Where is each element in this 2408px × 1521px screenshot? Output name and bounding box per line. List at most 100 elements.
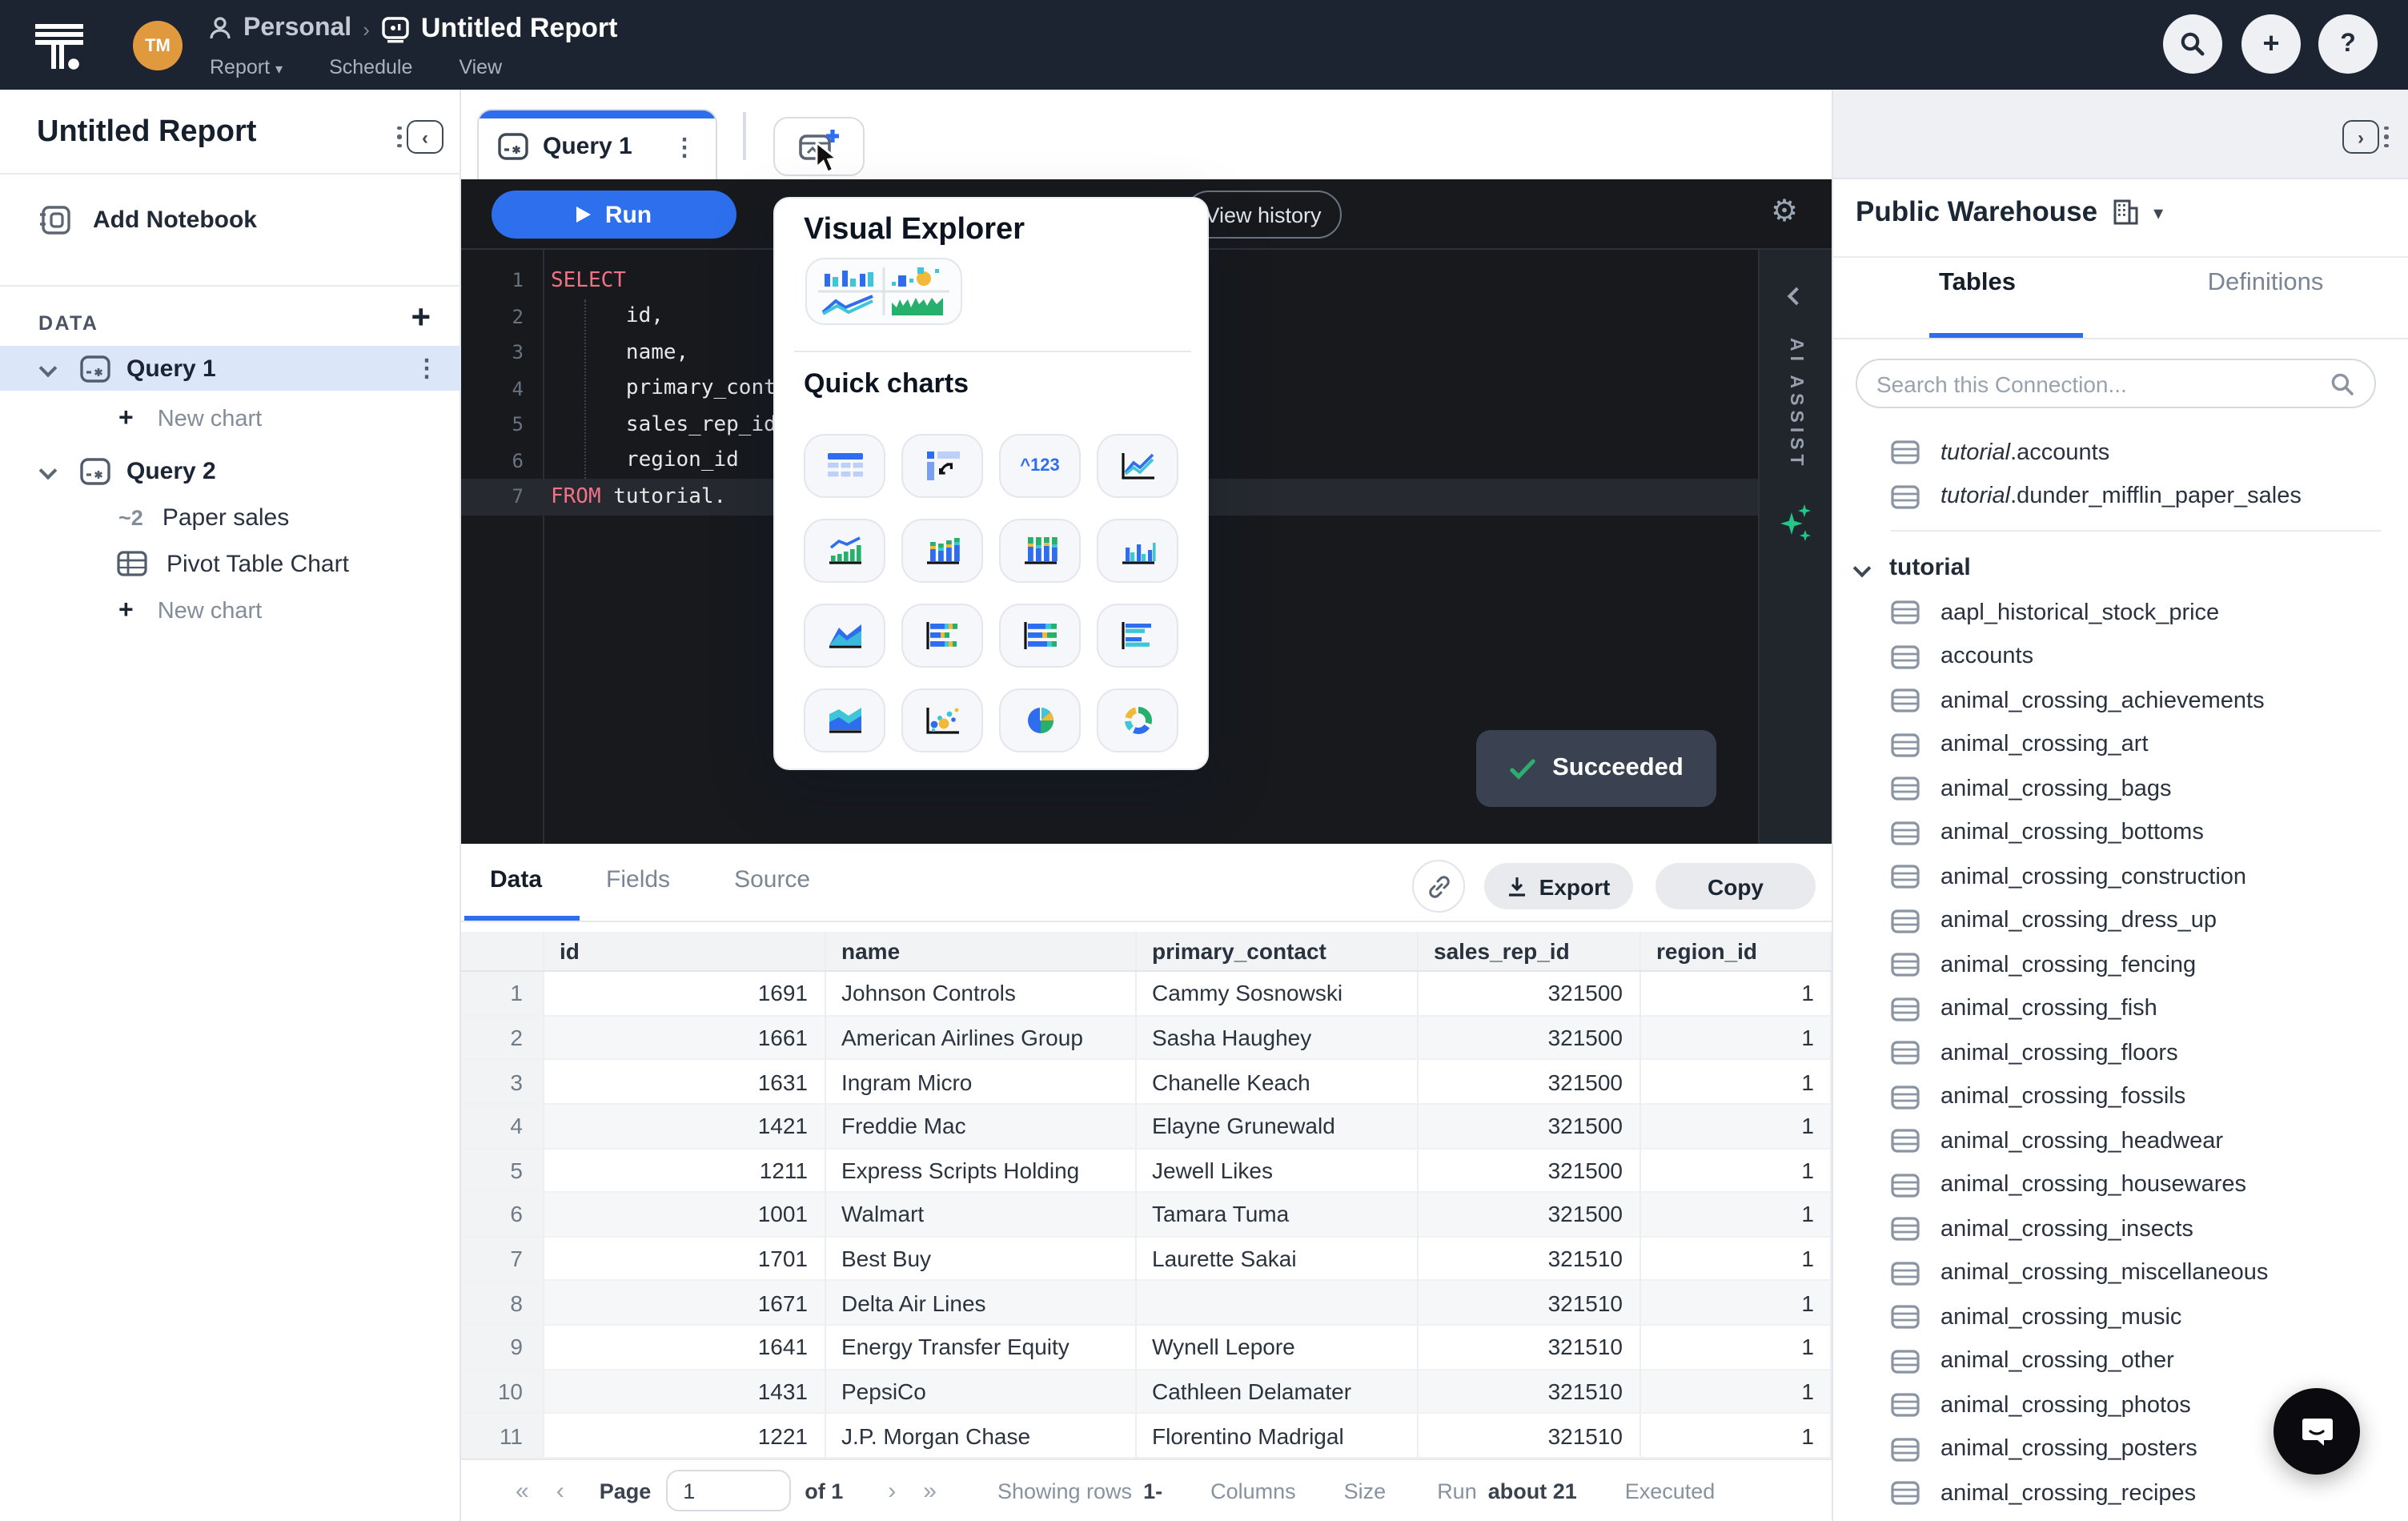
schema-table-item[interactable]: animal_crossing_fossils <box>1833 1075 2408 1119</box>
cell-sales-rep-id[interactable]: 321500 <box>1418 1061 1640 1105</box>
sidebar-item-query2[interactable]: Query 2 <box>0 448 461 493</box>
cell-id[interactable]: 1431 <box>544 1370 825 1414</box>
ai-assist-panel[interactable]: AI ASSIST <box>1758 250 1832 844</box>
search-button[interactable] <box>2163 14 2222 74</box>
cell-name[interactable]: PepsiCo <box>825 1370 1136 1414</box>
quick-chart-donut-button[interactable] <box>1097 688 1178 752</box>
app-logo-icon[interactable] <box>30 18 88 75</box>
cell-primary-contact[interactable]: Cammy Sosnowski <box>1136 972 1418 1016</box>
table-row[interactable]: 5 1211 Express Scripts Holding Jewell Li… <box>461 1149 1832 1193</box>
table-row[interactable]: 6 1001 Walmart Tamara Tuma 321500 1 <box>461 1193 1832 1237</box>
cell-id[interactable]: 1641 <box>544 1326 825 1370</box>
cell-region-id[interactable]: 1 <box>1640 1370 1832 1414</box>
quick-chart-pivot-button[interactable] <box>901 434 983 498</box>
cell-region-id[interactable]: 1 <box>1640 1282 1832 1326</box>
prev-page-button[interactable]: ‹ <box>556 1477 564 1504</box>
gear-icon[interactable]: ⚙ <box>1771 194 1798 231</box>
quick-chart-stacked-area-button[interactable] <box>804 688 885 752</box>
table-row[interactable]: 7 1701 Best Buy Laurette Sakai 321510 1 <box>461 1238 1832 1282</box>
cell-sales-rep-id[interactable]: 321500 <box>1418 1149 1640 1193</box>
cell-region-id[interactable]: 1 <box>1640 1193 1832 1237</box>
cell-sales-rep-id[interactable]: 321500 <box>1418 1105 1640 1149</box>
cell-primary-contact[interactable]: Sasha Haughey <box>1136 1016 1418 1060</box>
schema-table-item[interactable]: accounts <box>1833 635 2408 679</box>
cell-name[interactable]: J.P. Morgan Chase <box>825 1415 1136 1459</box>
cell-id[interactable]: 1421 <box>544 1105 825 1149</box>
table-row[interactable]: 4 1421 Freddie Mac Elayne Grunewald 3215… <box>461 1105 1832 1149</box>
pinned-table-item[interactable]: tutorial.accounts <box>1833 431 2408 475</box>
cell-region-id[interactable]: 1 <box>1640 1326 1832 1370</box>
cell-primary-contact[interactable] <box>1136 1282 1418 1326</box>
cell-primary-contact[interactable]: Jewell Likes <box>1136 1149 1418 1193</box>
cell-region-id[interactable]: 1 <box>1640 1238 1832 1282</box>
add-query-button[interactable]: + <box>411 299 431 338</box>
cell-sales-rep-id[interactable]: 321500 <box>1418 1193 1640 1237</box>
next-page-button[interactable]: › <box>888 1477 896 1504</box>
tab-definitions[interactable]: Definitions <box>2121 269 2408 298</box>
cell-id[interactable]: 1001 <box>544 1193 825 1237</box>
schema-table-item[interactable]: animal_crossing_bottoms <box>1833 811 2408 855</box>
table-row[interactable]: 8 1671 Delta Air Lines 321510 1 <box>461 1282 1832 1326</box>
connection-search-input[interactable] <box>1876 371 2330 396</box>
tab-data[interactable]: Data <box>490 866 542 893</box>
breadcrumb-section[interactable]: Personal <box>243 14 351 43</box>
table-row[interactable]: 2 1661 American Airlines Group Sasha Hau… <box>461 1016 1832 1060</box>
schema-table-item[interactable]: animal_crossing_dress_up <box>1833 899 2408 943</box>
cell-name[interactable]: Ingram Micro <box>825 1061 1136 1105</box>
cell-name[interactable]: Delta Air Lines <box>825 1282 1136 1326</box>
cell-name[interactable]: Walmart <box>825 1193 1136 1237</box>
quick-chart-stacked-bar-button[interactable] <box>901 604 983 668</box>
cell-name[interactable]: Freddie Mac <box>825 1105 1136 1149</box>
menu-schedule[interactable]: Schedule <box>329 56 412 78</box>
chat-widget-button[interactable] <box>2274 1388 2360 1475</box>
cell-id[interactable]: 1221 <box>544 1415 825 1459</box>
visual-explorer-button[interactable] <box>805 258 962 325</box>
schema-table-item[interactable]: animal_crossing_art <box>1833 723 2408 767</box>
quick-chart-stacked-column-button[interactable] <box>901 519 983 583</box>
cell-name[interactable]: Johnson Controls <box>825 972 1136 1016</box>
share-link-button[interactable] <box>1412 860 1465 913</box>
cell-primary-contact[interactable]: Elayne Grunewald <box>1136 1105 1418 1149</box>
cell-id[interactable]: 1211 <box>544 1149 825 1193</box>
chevron-down-icon[interactable] <box>39 462 58 480</box>
sidebar-item-query1[interactable]: Query 1 ⋮ <box>0 346 461 391</box>
run-button[interactable]: Run <box>492 191 736 239</box>
pinned-table-item[interactable]: tutorial.dunder_mifflin_paper_sales <box>1833 475 2408 519</box>
cell-sales-rep-id[interactable]: 321500 <box>1418 972 1640 1016</box>
sidebar-item-pivot-table-chart[interactable]: Pivot Table Chart <box>0 543 461 584</box>
cell-region-id[interactable]: 1 <box>1640 1415 1832 1459</box>
expand-panel-button[interactable]: › <box>2342 118 2390 155</box>
menu-view[interactable]: View <box>459 56 502 78</box>
schema-table-item[interactable]: animal_crossing_fencing <box>1833 943 2408 987</box>
quick-chart-big-number-button[interactable]: ^123 <box>999 434 1081 498</box>
chevron-down-icon[interactable] <box>1853 559 1872 577</box>
copy-button[interactable]: Copy <box>1656 863 1816 909</box>
cell-name[interactable]: Energy Transfer Equity <box>825 1326 1136 1370</box>
cell-region-id[interactable]: 1 <box>1640 1061 1832 1105</box>
schema-table-item[interactable]: animal_crossing_miscellaneous <box>1833 1251 2408 1295</box>
schema-table-item[interactable]: animal_crossing_bags <box>1833 767 2408 811</box>
cell-primary-contact[interactable]: Florentino Madrigal <box>1136 1415 1418 1459</box>
table-row[interactable]: 1 1691 Johnson Controls Cammy Sosnowski … <box>461 972 1832 1016</box>
sidebar-item-new-chart-1[interactable]: + New chart <box>0 400 461 439</box>
tab-source[interactable]: Source <box>734 866 810 893</box>
connection-search[interactable] <box>1856 359 2376 408</box>
quick-chart-line-bar-button[interactable] <box>804 519 885 583</box>
quick-chart-stacked-column-100-button[interactable] <box>999 519 1081 583</box>
schema-table-item[interactable]: animal_crossing_construction <box>1833 855 2408 899</box>
schema-table-item[interactable]: animal_crossing_achievements <box>1833 679 2408 723</box>
schema-table-item[interactable]: animal_crossing_other <box>1833 1339 2408 1383</box>
quick-chart-line-button[interactable] <box>1097 434 1178 498</box>
cell-id[interactable]: 1661 <box>544 1016 825 1060</box>
column-header-name[interactable]: name <box>825 932 1136 970</box>
schema-table-item[interactable]: animal_crossing_insects <box>1833 1207 2408 1251</box>
tab-query1[interactable]: Query 1 ⋮ <box>477 109 717 183</box>
quick-chart-grouped-bar-button[interactable] <box>1097 604 1178 668</box>
schema-table-item[interactable]: animal_crossing_fish <box>1833 987 2408 1031</box>
last-page-button[interactable]: » <box>923 1477 937 1504</box>
quick-chart-area-button[interactable] <box>804 604 885 668</box>
quick-chart-grouped-column-button[interactable] <box>1097 519 1178 583</box>
cell-primary-contact[interactable]: Laurette Sakai <box>1136 1238 1418 1282</box>
cell-name[interactable]: American Airlines Group <box>825 1016 1136 1060</box>
schema-table-item[interactable]: animal_crossing_housewares <box>1833 1163 2408 1207</box>
